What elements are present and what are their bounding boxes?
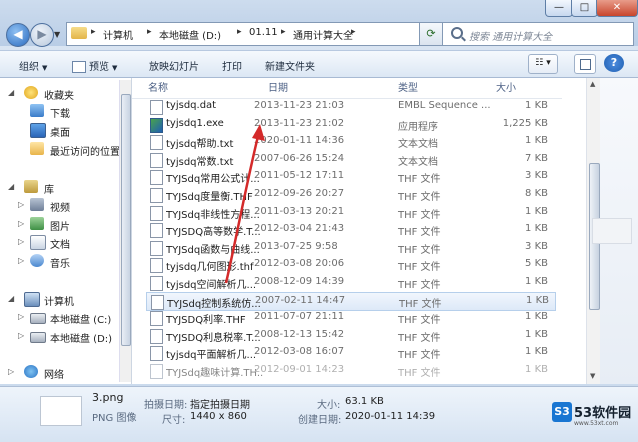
annotation-arrow-head: [252, 124, 265, 141]
explorer-window: — □ ✕ ◀ ▶ ▼ ▸ 计算机 ▸ 本地磁盘 (D:) ▸ 01.11 ▸ …: [0, 0, 638, 442]
details-filename: 3.png: [92, 391, 124, 404]
annotation-arrow: [224, 124, 265, 284]
created-label: 创建日期:: [298, 415, 342, 426]
size-value: 63.1 KB: [345, 396, 384, 407]
details-filetype: PNG 图像: [92, 413, 137, 424]
dimensions-label: 尺寸:: [162, 415, 186, 426]
file-thumbnail: [40, 396, 82, 426]
dimensions-value: 1440 x 860: [190, 411, 247, 422]
created-value: 2020-01-11 14:39: [345, 411, 436, 422]
watermark-mark: S3: [552, 402, 572, 422]
date-taken-label: 拍摄日期:: [144, 400, 188, 411]
date-taken-value[interactable]: 指定拍摄日期: [190, 396, 250, 411]
details-pane: 3.png PNG 图像 拍摄日期: 指定拍摄日期 尺寸: 1440 x 860…: [0, 386, 638, 442]
size-label: 大小:: [317, 400, 341, 411]
watermark-logo: S3 53软件园 www.53xt.com: [552, 400, 632, 430]
watermark-url: www.53xt.com: [574, 420, 619, 427]
annotation-arrow-line: [224, 131, 261, 284]
watermark-brand: 53软件园: [574, 406, 632, 421]
